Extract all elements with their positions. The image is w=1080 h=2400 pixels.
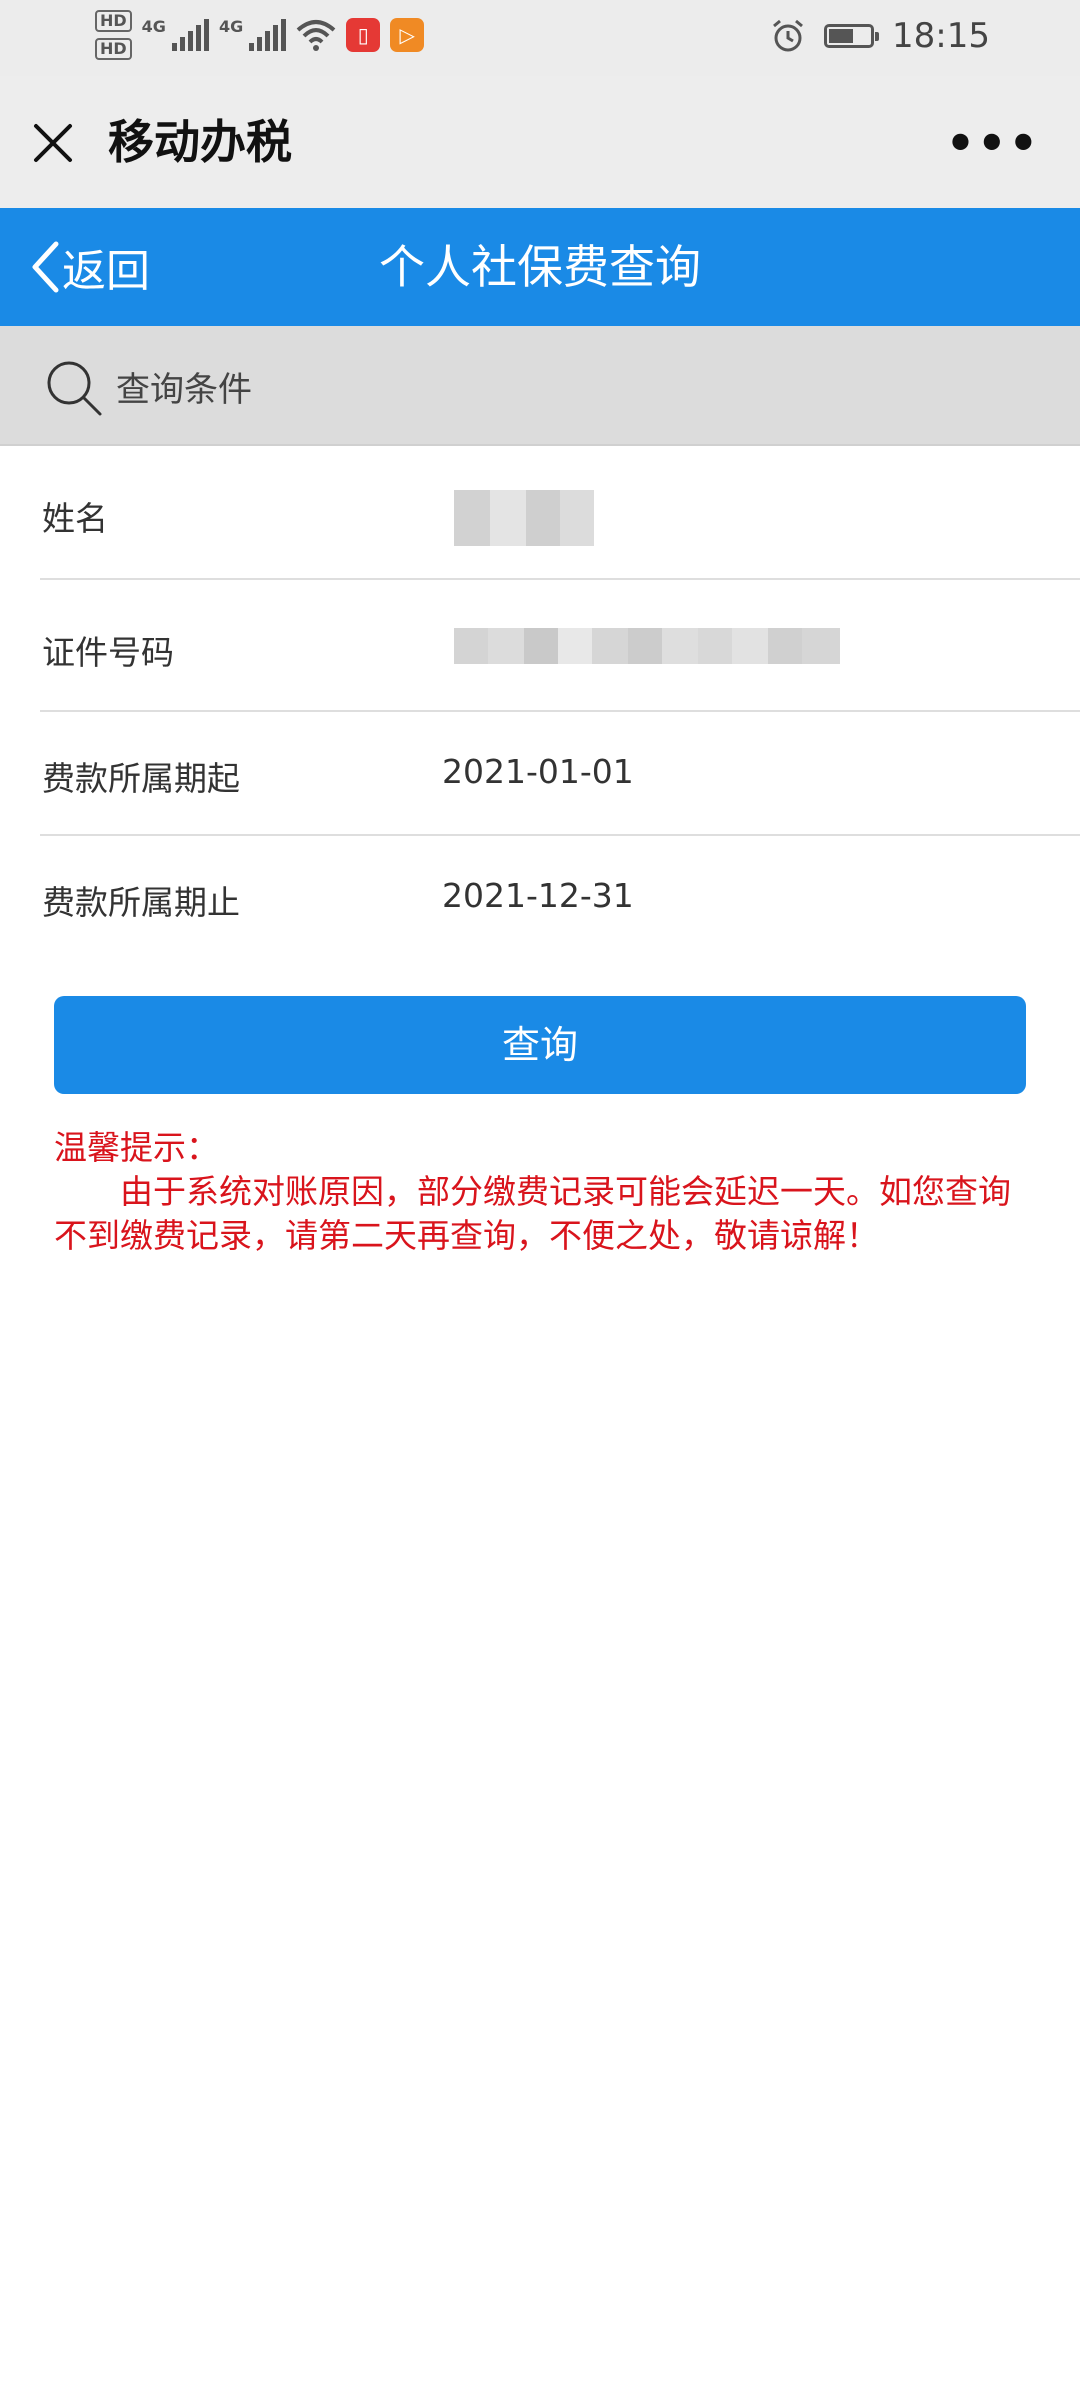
id-number-value-masked [454, 628, 840, 664]
nav-bar: 返回 个人社保费查询 [0, 208, 1080, 326]
period-end-label: 费款所属期止 [42, 883, 240, 922]
signal-icon [249, 19, 287, 51]
wechat-top-bar: 移动办税 ••• [0, 76, 1080, 208]
battery-icon [824, 24, 880, 48]
alarm-icon [773, 19, 803, 52]
more-icon[interactable]: ••• [946, 120, 1040, 166]
id-number-label: 证件号码 [42, 633, 174, 672]
period-start-value[interactable]: 2021-01-01 [442, 752, 634, 791]
name-label: 姓名 [42, 499, 108, 538]
network-type-1: 4G [141, 16, 166, 36]
query-form: 姓名 证件号码 费款所属期起 2021-01-01 费款所属期止 2021-12… [0, 446, 1080, 958]
network-type-2: 4G [218, 16, 244, 36]
name-row: 姓名 [40, 446, 1080, 580]
name-value-masked [454, 490, 594, 546]
period-end-row[interactable]: 费款所属期止 2021-12-31 [40, 836, 1080, 958]
hd-indicators: HD HD [95, 10, 132, 60]
hd2-badge: HD [95, 38, 132, 60]
page-title: 个人社保费查询 [379, 240, 701, 294]
period-end-value[interactable]: 2021-12-31 [442, 876, 634, 915]
tips-box: 温馨提示： 由于系统对账原因，部分缴费记录可能会延迟一天。如您查询不到缴费记录，… [54, 1126, 1014, 1258]
period-start-label: 费款所属期起 [42, 759, 240, 798]
tips-body: 由于系统对账原因，部分缴费记录可能会延迟一天。如您查询不到缴费记录，请第二天再查… [54, 1172, 1011, 1255]
status-bar: HD HD 4G 4G ▯ ▷ 18:15 [0, 0, 1080, 76]
hd1-badge: HD [95, 10, 132, 32]
id-number-row: 证件号码 [40, 580, 1080, 712]
tips-title: 温馨提示： [54, 1128, 219, 1167]
app-title: 移动办税 [108, 115, 292, 169]
query-conditions-label: 查询条件 [116, 370, 252, 410]
search-icon [47, 361, 102, 416]
query-button[interactable]: 查询 [54, 996, 1026, 1094]
book-app-icon: ▯ [346, 18, 381, 52]
status-right: 18:15 [770, 16, 990, 56]
wifi-icon [296, 20, 336, 51]
battery-level [829, 29, 854, 43]
signal-icon [171, 19, 209, 51]
status-left: HD HD 4G 4G ▯ ▷ [95, 10, 425, 60]
clock: 18:15 [892, 16, 990, 56]
query-conditions-bar[interactable]: 查询条件 [0, 326, 1080, 446]
video-app-icon: ▷ [390, 18, 425, 52]
close-icon[interactable] [30, 120, 76, 166]
period-start-row[interactable]: 费款所属期起 2021-01-01 [40, 712, 1080, 836]
